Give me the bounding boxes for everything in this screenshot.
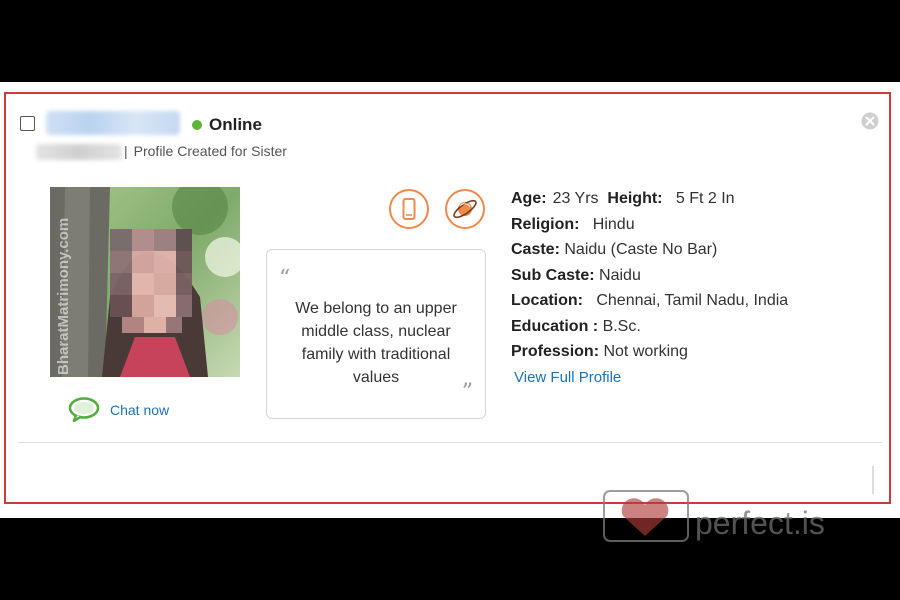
religion-row: Religion: Hindu [511,212,788,238]
subcaste-label: Sub Caste: [511,266,595,284]
religion-value: Hindu [592,215,635,233]
view-full-profile-link[interactable]: View Full Profile [514,369,621,386]
profile-photo[interactable]: BharatMatrimony.com [50,187,240,377]
age-height-row: Age: 23 Yrs Height: 5 Ft 2 In [511,186,788,212]
card-divider [18,442,882,443]
height-label: Height: [607,190,663,207]
profession-value: Not working [603,343,688,360]
subcaste-value: Naidu [599,266,641,284]
about-quote-box: “ We belong to an upper middle class, nu… [266,249,486,419]
horoscope-button[interactable] [445,189,485,229]
chat-bubble-icon [68,397,100,423]
caste-value: Naidu (Caste No Bar) [564,241,718,258]
phone-icon [402,198,416,220]
site-watermark-text: perfect.is [695,505,825,541]
profession-label: Profession: [511,343,600,360]
view-full-profile-row: View Full Profile [511,365,788,391]
age-label: Age: [511,190,547,207]
education-label: Education : [511,317,599,335]
profile-name-redacted[interactable] [46,111,180,135]
site-watermark-logo: perfect.is [603,490,825,542]
location-label: Location: [511,292,583,309]
online-status-dot [192,120,202,130]
separator: | [124,143,128,159]
subcaste-row: Sub Caste: Naidu [511,263,788,289]
select-profile-checkbox[interactable] [20,116,35,131]
planet-icon [453,199,477,219]
profile-details: Age: 23 Yrs Height: 5 Ft 2 In Religion: H… [511,186,788,390]
about-quote-text: We belong to an upper middle class, nucl… [295,300,457,386]
profile-created-for: Profile Created for Sister [133,143,287,159]
scrollbar[interactable] [872,466,874,494]
close-icon[interactable] [861,112,879,130]
profile-created-info: | Profile Created for Sister [124,143,287,159]
location-value: Chennai, Tamil Nadu, India [596,292,789,309]
religion-label: Religion: [511,215,580,233]
photo-watermark-text: BharatMatrimony.com [55,218,72,375]
height-value: 5 Ft 2 In [675,190,735,207]
caste-row: Caste: Naidu (Caste No Bar) [511,237,788,263]
education-row: Education : B.Sc. [511,314,788,340]
quote-open-mark: “ [279,266,291,291]
age-value: 23 Yrs [552,190,599,207]
quote-close-mark: ” [461,380,473,405]
education-value: B.Sc. [602,317,641,335]
location-row: Location: Chennai, Tamil Nadu, India [511,288,788,314]
chat-now-button[interactable]: Chat now [68,397,169,423]
phone-button[interactable] [389,189,429,229]
online-status-text: Online [209,115,262,134]
profession-row: Profession: Not working [511,339,788,365]
profile-id-redacted [36,144,122,160]
chat-now-label: Chat now [110,402,170,418]
profile-card: Online | Profile Created for Sister Bhar… [4,92,891,504]
caste-label: Caste: [511,241,560,258]
